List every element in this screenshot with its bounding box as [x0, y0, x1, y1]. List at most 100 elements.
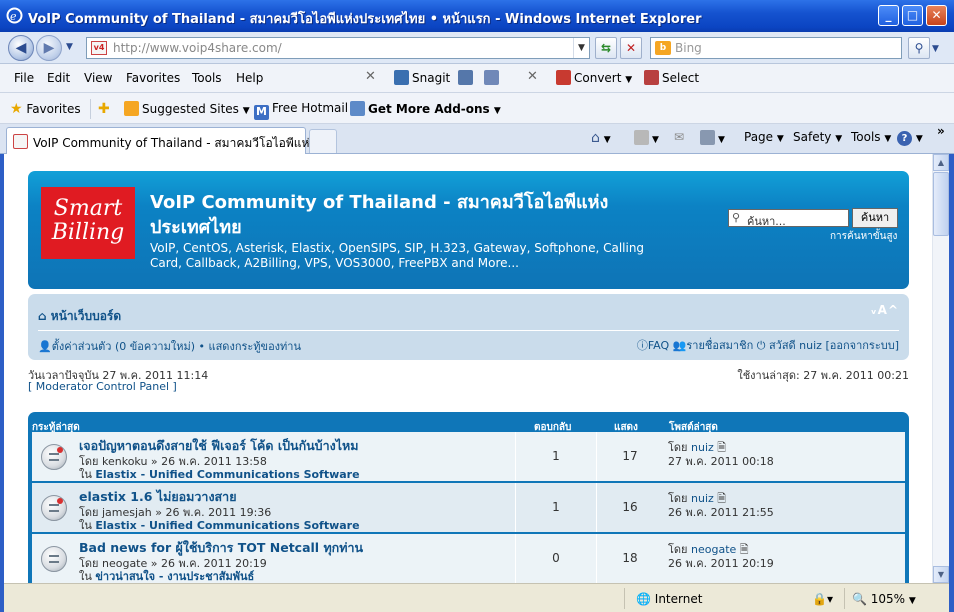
- snagit-icon: [394, 70, 409, 85]
- site-favicon-icon: v4: [91, 41, 107, 55]
- forward-button[interactable]: ▶: [36, 35, 62, 61]
- globe-icon: 🌐: [636, 592, 651, 606]
- forum-link[interactable]: Elastix - Unified Communications Softwar…: [95, 468, 359, 481]
- vertical-scrollbar[interactable]: ▲ ▼: [932, 154, 949, 583]
- home-icon: ⌂: [38, 309, 47, 323]
- address-url[interactable]: http://www.voip4share.com/: [113, 41, 282, 55]
- menu-tools[interactable]: Tools: [192, 71, 222, 85]
- search-options-dropdown-icon[interactable]: ▼: [932, 44, 939, 54]
- scroll-down-arrow-icon[interactable]: ▼: [933, 566, 949, 583]
- view-latest-post-icon[interactable]: 🗎: [740, 543, 749, 556]
- last-post-user-link[interactable]: neogate: [691, 543, 736, 556]
- memberlist-link[interactable]: 👥รายชื่อสมาชิก: [673, 339, 754, 352]
- page-menu[interactable]: Page ▼: [744, 130, 784, 144]
- close-pdf-toolbar-icon[interactable]: ✕: [527, 69, 538, 84]
- refresh-button[interactable]: ⇆: [595, 37, 617, 59]
- forum-prefix: ใน: [79, 519, 92, 532]
- scrollbar-thumb[interactable]: [933, 172, 949, 236]
- feeds-button[interactable]: ▼: [634, 130, 659, 145]
- forum-link[interactable]: Elastix - Unified Communications Softwar…: [95, 519, 359, 532]
- select-button[interactable]: Select: [644, 70, 699, 85]
- menu-file[interactable]: File: [14, 71, 34, 85]
- free-hotmail-link[interactable]: M Free Hotmail: [254, 101, 348, 120]
- close-button[interactable]: ✕: [926, 5, 947, 26]
- feeds-dropdown-icon: ▼: [652, 135, 659, 145]
- search-button[interactable]: ⚲: [908, 37, 930, 59]
- view-latest-post-icon[interactable]: 🗎: [717, 492, 726, 505]
- smart-billing-logo[interactable]: Smart Billing: [41, 187, 135, 259]
- menu-favorites[interactable]: Favorites: [126, 71, 180, 85]
- scroll-up-arrow-icon[interactable]: ▲: [933, 154, 949, 171]
- get-addons-link[interactable]: Get More Add-ons ▼: [350, 101, 501, 116]
- convert-button[interactable]: Convert ▼: [556, 70, 632, 85]
- topic-last-post: โดย nuiz 🗎 27 พ.ค. 2011 00:18: [668, 441, 774, 469]
- search-box[interactable]: b Bing: [650, 37, 902, 59]
- stop-button[interactable]: ✕: [620, 37, 642, 59]
- zoom-dropdown-icon: ▼: [908, 596, 916, 606]
- font-size-change[interactable]: ᵥA^: [871, 303, 899, 317]
- faq-label: FAQ: [647, 339, 670, 352]
- snagit-options-button[interactable]: [484, 70, 502, 85]
- unread-topic-icon: [41, 444, 67, 470]
- forum-navbar: ⌂ หน้าเว็บบอร์ด ᵥA^ 👤ตั้งค่าส่วนตัว (0 ข…: [28, 294, 909, 360]
- new-tab-button[interactable]: [309, 129, 337, 153]
- select-label: Select: [662, 71, 700, 85]
- minimize-button[interactable]: _: [878, 5, 899, 26]
- home-button[interactable]: ⌂ ▼: [591, 130, 611, 146]
- back-button[interactable]: ◀: [8, 35, 34, 61]
- protected-mode-icon[interactable]: 🔒▾: [812, 592, 833, 606]
- logo-line-1: Smart: [53, 196, 123, 221]
- board-index-link[interactable]: ⌂ หน้าเว็บบอร์ด: [38, 307, 121, 326]
- print-button[interactable]: ▼: [700, 130, 725, 145]
- zoom-control[interactable]: 🔍 105% ▼: [852, 592, 916, 606]
- mail-icon: ✉: [674, 130, 685, 144]
- forum-search-input[interactable]: ⚲ ค้นหา...: [728, 209, 849, 228]
- ie-logo-icon: e: [6, 7, 23, 24]
- topic-views: 16: [596, 483, 663, 532]
- add-favorite-button[interactable]: ✚: [98, 101, 110, 117]
- home-dropdown-icon: ▼: [603, 135, 611, 145]
- help-button[interactable]: ? ▼: [897, 130, 923, 146]
- search-input[interactable]: Bing: [675, 41, 702, 55]
- safety-menu[interactable]: Safety ▼: [793, 130, 842, 144]
- suggested-sites-link[interactable]: Suggested Sites ▼: [124, 101, 250, 116]
- favorites-button[interactable]: ★ Favorites: [10, 101, 81, 117]
- security-zone[interactable]: 🌐 Internet: [636, 592, 702, 606]
- forum-link[interactable]: ข่าวน่าสนใจ - งานประชาสัมพันธ์: [95, 570, 254, 583]
- address-dropdown-icon[interactable]: ▼: [573, 38, 589, 58]
- topic-forum: ใน Elastix - Unified Communications Soft…: [79, 516, 360, 534]
- logo-line-2: Billing: [51, 220, 125, 245]
- moderator-control-panel-link[interactable]: [ Moderator Control Panel ]: [28, 380, 177, 393]
- snagit-button[interactable]: Snagit: [394, 70, 450, 85]
- last-post-user-link[interactable]: nuiz: [691, 441, 714, 454]
- menu-help[interactable]: Help: [236, 71, 263, 85]
- menu-view[interactable]: View: [84, 71, 112, 85]
- view-latest-post-icon[interactable]: 🗎: [717, 441, 726, 454]
- close-toolbar-icon[interactable]: ✕: [365, 69, 376, 84]
- user-control-panel-link[interactable]: 👤ตั้งค่าส่วนตัว (0 ข้อความใหม่) • แสดงกร…: [38, 337, 301, 355]
- site-title[interactable]: VoIP Community of Thailand - สมาคมวีโอไอ…: [150, 190, 670, 240]
- topic-row: เจอปัญหาตอนดึงสายใช้ ฟีเจอร์ โค้ด เป็นกั…: [32, 432, 905, 481]
- forum-search-button[interactable]: ค้นหา: [852, 208, 898, 228]
- logout-link[interactable]: ⏻ สวัสดี nuiz [ออกจากระบบ]: [757, 339, 899, 352]
- topic-views: 17: [596, 432, 663, 481]
- toolbar-overflow-icon[interactable]: »: [937, 124, 945, 138]
- tools-menu[interactable]: Tools ▼: [851, 130, 891, 144]
- navbar-divider: [38, 330, 899, 331]
- advanced-search-link[interactable]: การค้นหาขั้นสูง: [830, 229, 897, 244]
- browser-window: e VoIP Community of Thailand - สมาคมวีโอ…: [0, 0, 954, 612]
- recent-pages-dropdown-icon[interactable]: ▼: [66, 42, 73, 52]
- maximize-button[interactable]: □: [902, 5, 923, 26]
- read-mail-button[interactable]: ✉: [674, 130, 684, 144]
- faq-link[interactable]: ⓘFAQ: [637, 339, 669, 352]
- snagit-capture-button[interactable]: [458, 70, 476, 85]
- menu-edit[interactable]: Edit: [47, 71, 70, 85]
- topic-last-post: โดย nuiz 🗎 26 พ.ค. 2011 21:55: [668, 492, 774, 520]
- address-bar[interactable]: v4 http://www.voip4share.com/ ▼: [86, 37, 590, 59]
- tab-voip-community[interactable]: VoIP Community of Thailand - สมาคมวีโอไอ…: [6, 127, 321, 154]
- members-icon: 👥: [672, 339, 687, 352]
- print-dropdown-icon: ▼: [718, 135, 725, 145]
- last-post-user-link[interactable]: nuiz: [691, 492, 714, 505]
- select-icon: [644, 70, 659, 85]
- zoom-icon: 🔍: [852, 592, 867, 606]
